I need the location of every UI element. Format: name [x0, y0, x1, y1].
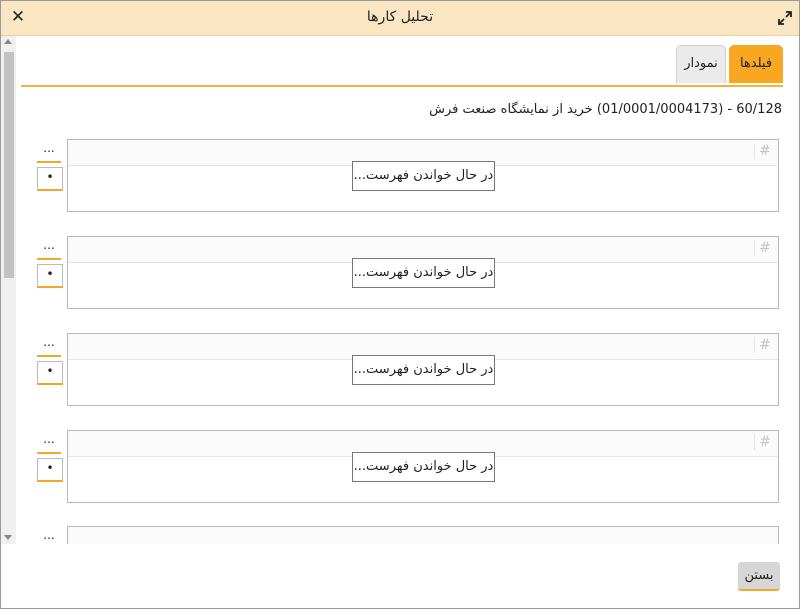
- list-panel: ... • # در حال خواندن فهرست...: [37, 333, 779, 406]
- loading-message: در حال خواندن فهرست...: [352, 258, 495, 288]
- select-button[interactable]: •: [37, 264, 63, 288]
- loading-message: در حال خواندن فهرست...: [352, 161, 495, 191]
- list-box[interactable]: # در حال خواندن فهرست...: [67, 333, 779, 406]
- row-number-header: #: [754, 434, 772, 450]
- more-button[interactable]: ...: [37, 236, 61, 260]
- list-box[interactable]: # در حال خواندن فهرست...: [67, 139, 779, 212]
- more-button[interactable]: ...: [37, 430, 61, 454]
- list-box[interactable]: # در حال خواندن فهرست...: [67, 236, 779, 309]
- tab-bar: فیلدها نمودار: [21, 45, 783, 87]
- vertical-scrollbar[interactable]: [1, 36, 16, 544]
- loading-message: در حال خواندن فهرست...: [352, 355, 495, 385]
- row-number-header: #: [754, 143, 772, 159]
- row-number-header: #: [754, 240, 772, 256]
- select-button[interactable]: •: [37, 458, 63, 482]
- tab-chart[interactable]: نمودار: [676, 45, 726, 83]
- more-button[interactable]: ...: [37, 333, 61, 357]
- list-panel: ... • # در حال خواندن فهرست...: [37, 430, 779, 503]
- list-header: [68, 527, 778, 544]
- list-panel: ...: [37, 526, 779, 544]
- list-panel: ... • # در حال خواندن فهرست...: [37, 236, 779, 309]
- row-number-header: #: [754, 337, 772, 353]
- list-panel: ... • # در حال خواندن فهرست...: [37, 139, 779, 212]
- title-bar: ✕ تحلیل کارها: [1, 1, 799, 36]
- record-info: 60/128 - (01/0001/0004173) خرید از نمایش…: [429, 102, 782, 117]
- select-button[interactable]: •: [37, 361, 63, 385]
- more-button[interactable]: ...: [37, 526, 61, 544]
- select-button[interactable]: •: [37, 167, 63, 191]
- scroll-thumb[interactable]: [4, 52, 14, 278]
- dialog-window: ✕ تحلیل کارها فیلدها نمودار 60/128 - (01…: [0, 0, 800, 609]
- tab-fields[interactable]: فیلدها: [729, 45, 783, 83]
- scroll-up-icon[interactable]: [4, 39, 12, 44]
- list-box[interactable]: [67, 526, 779, 544]
- scroll-down-icon[interactable]: [4, 535, 12, 540]
- window-title: تحلیل کارها: [366, 9, 434, 25]
- list-box[interactable]: # در حال خواندن فهرست...: [67, 430, 779, 503]
- maximize-icon[interactable]: [777, 10, 793, 26]
- close-button[interactable]: بستن: [738, 562, 780, 591]
- more-button[interactable]: ...: [37, 139, 61, 163]
- loading-message: در حال خواندن فهرست...: [352, 452, 495, 482]
